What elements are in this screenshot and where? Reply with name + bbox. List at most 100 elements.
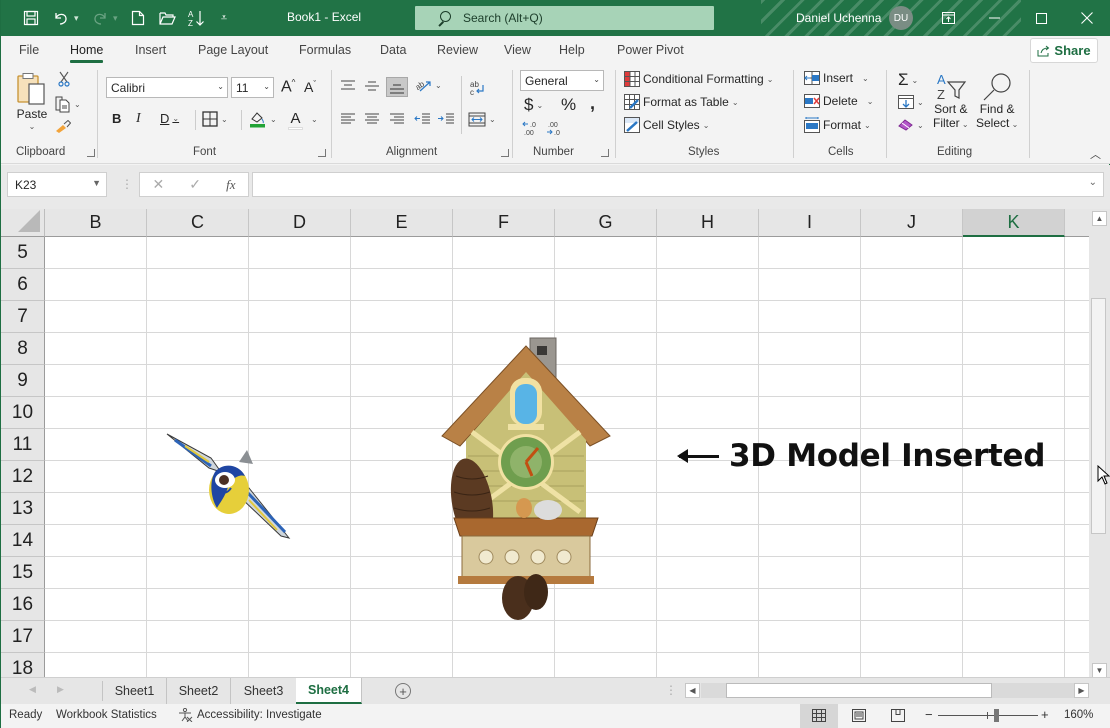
font-launcher-icon[interactable] bbox=[318, 149, 326, 157]
tab-power-pivot[interactable]: Power Pivot bbox=[617, 43, 684, 57]
comma-style-button[interactable]: , bbox=[590, 93, 595, 114]
formula-input[interactable]: ⌄ bbox=[252, 172, 1104, 197]
tab-data[interactable]: Data bbox=[380, 43, 406, 57]
chevron-down-icon[interactable]: ⌄ bbox=[311, 115, 318, 124]
select-all-button[interactable] bbox=[1, 209, 45, 237]
page-layout-view-icon[interactable] bbox=[852, 709, 866, 722]
avatar[interactable]: DU bbox=[889, 6, 913, 30]
percent-button[interactable]: % bbox=[561, 95, 576, 115]
row-header-12[interactable]: 12 bbox=[1, 461, 45, 493]
maximize-button[interactable] bbox=[1018, 0, 1064, 36]
format-as-table-button[interactable]: Format as Table ⌄ bbox=[624, 94, 739, 110]
copy-dropdown-icon[interactable]: ⌄ bbox=[74, 100, 81, 109]
zoom-level[interactable]: 160% bbox=[1064, 709, 1093, 721]
share-button[interactable]: Share bbox=[1030, 38, 1098, 63]
middle-align-icon[interactable] bbox=[365, 80, 379, 92]
number-launcher-icon[interactable] bbox=[601, 149, 609, 157]
undo-dropdown-icon[interactable]: ▾ bbox=[74, 13, 79, 24]
zoom-out-button[interactable]: − bbox=[925, 707, 933, 722]
open-folder-icon[interactable] bbox=[156, 8, 178, 28]
tab-home[interactable]: Home bbox=[70, 43, 104, 63]
find-select-button[interactable]: Find & Select ⌄ bbox=[976, 72, 1018, 130]
row-header-9[interactable]: 9 bbox=[1, 365, 45, 397]
align-right-icon[interactable] bbox=[390, 113, 404, 125]
wrap-text-icon[interactable]: abc bbox=[469, 79, 487, 97]
alignment-launcher-icon[interactable] bbox=[501, 149, 509, 157]
normal-view-button[interactable] bbox=[800, 704, 838, 728]
increase-decimal-icon[interactable]: .0.00 bbox=[522, 120, 542, 136]
top-align-icon[interactable] bbox=[341, 80, 355, 92]
grip-icon[interactable]: ⋮ bbox=[121, 177, 133, 191]
number-format-select[interactable]: General ⌄ bbox=[520, 70, 604, 91]
scroll-down-icon[interactable]: ▼ bbox=[1092, 663, 1107, 678]
sheet-tab-sheet3[interactable]: Sheet3 bbox=[231, 678, 296, 704]
scroll-up-icon[interactable]: ▲ bbox=[1092, 211, 1107, 226]
italic-button[interactable]: I bbox=[136, 111, 141, 127]
collapse-ribbon-icon[interactable]: ︿ bbox=[1090, 146, 1101, 162]
bottom-align-button[interactable] bbox=[386, 77, 408, 97]
vertical-scroll-thumb[interactable] bbox=[1091, 298, 1106, 534]
new-file-icon[interactable] bbox=[127, 8, 149, 28]
clear-button[interactable]: ⌄ bbox=[898, 119, 924, 131]
cut-button[interactable] bbox=[57, 71, 71, 87]
column-header-i[interactable]: I bbox=[759, 209, 861, 237]
bird-3d-model[interactable] bbox=[161, 428, 296, 546]
sort-filter-button[interactable]: AZ Sort & Filter ⌄ bbox=[933, 72, 969, 130]
increase-font-size-button[interactable]: A^ bbox=[281, 78, 295, 96]
column-header-d[interactable]: D bbox=[249, 209, 351, 237]
undo-icon[interactable] bbox=[50, 8, 72, 28]
scroll-right-icon[interactable]: ▶ bbox=[1074, 683, 1089, 698]
merge-center-button[interactable]: ⌄ bbox=[468, 112, 496, 127]
row-header-14[interactable]: 14 bbox=[1, 525, 45, 557]
row-header-11[interactable]: 11 bbox=[1, 429, 45, 461]
sheet-tab-sheet1[interactable]: Sheet1 bbox=[103, 678, 167, 704]
row-header-6[interactable]: 6 bbox=[1, 269, 45, 301]
user-name[interactable]: Daniel Uchenna bbox=[796, 11, 881, 25]
clipboard-launcher-icon[interactable] bbox=[87, 149, 95, 157]
conditional-formatting-button[interactable]: Conditional Formatting ⌄ bbox=[624, 71, 773, 87]
orientation-button[interactable]: ab ⌄ bbox=[414, 77, 442, 93]
cell-styles-button[interactable]: Cell Styles ⌄ bbox=[624, 117, 709, 133]
increase-indent-icon[interactable] bbox=[438, 113, 454, 125]
column-header-c[interactable]: C bbox=[147, 209, 249, 237]
row-header-13[interactable]: 13 bbox=[1, 493, 45, 525]
enter-icon[interactable]: ✓ bbox=[189, 176, 201, 193]
row-header-10[interactable]: 10 bbox=[1, 397, 45, 429]
chevron-down-icon[interactable]: ⌄ bbox=[536, 101, 543, 110]
workbook-statistics[interactable]: Workbook Statistics bbox=[56, 709, 157, 721]
ribbon-display-options-icon[interactable] bbox=[925, 0, 971, 36]
page-break-view-icon[interactable] bbox=[891, 709, 905, 722]
scroll-left-icon[interactable]: ◀ bbox=[685, 683, 700, 698]
copy-button[interactable]: ⌄ bbox=[55, 96, 81, 113]
expand-formula-bar-icon[interactable]: ⌄ bbox=[1089, 177, 1097, 188]
customize-qat-icon[interactable]: ⩡ bbox=[213, 8, 235, 28]
tab-insert[interactable]: Insert bbox=[135, 43, 166, 57]
row-header-7[interactable]: 7 bbox=[1, 301, 45, 333]
accessibility-status[interactable]: Accessibility: Investigate bbox=[178, 708, 322, 722]
tab-formulas[interactable]: Formulas bbox=[299, 43, 351, 57]
vertical-scrollbar[interactable]: ▲ ▼ bbox=[1089, 209, 1110, 678]
bold-button[interactable]: B bbox=[112, 111, 121, 126]
next-sheet-icon[interactable]: ▶ bbox=[57, 684, 64, 695]
fill-button[interactable]: ⌄ bbox=[898, 95, 924, 109]
zoom-slider-thumb[interactable] bbox=[994, 709, 999, 722]
minimize-button[interactable] bbox=[971, 0, 1017, 36]
chevron-down-icon[interactable]: ⌄ bbox=[221, 115, 228, 124]
save-icon[interactable] bbox=[20, 8, 42, 28]
decrease-indent-icon[interactable] bbox=[414, 113, 430, 125]
column-header-b[interactable]: B bbox=[45, 209, 147, 237]
chevron-down-icon[interactable]: ⌄ bbox=[489, 115, 496, 124]
zoom-slider[interactable] bbox=[938, 709, 1038, 722]
insert-function-icon[interactable]: fx bbox=[226, 177, 235, 193]
column-header-f[interactable]: F bbox=[453, 209, 555, 237]
decrease-decimal-icon[interactable]: .00.0 bbox=[546, 120, 566, 136]
sort-az-icon[interactable]: AZ bbox=[185, 8, 207, 28]
autosum-button[interactable]: Σ ⌄ bbox=[898, 70, 918, 90]
search-box[interactable]: Search (Alt+Q) bbox=[415, 6, 714, 30]
horizontal-scrollbar[interactable] bbox=[701, 683, 1075, 698]
font-name-select[interactable]: Calibri ⌄ bbox=[106, 77, 228, 98]
tab-file[interactable]: File bbox=[19, 43, 39, 57]
zoom-in-button[interactable]: + bbox=[1041, 707, 1049, 722]
chevron-down-icon[interactable]: ⌄ bbox=[172, 114, 179, 123]
font-color-button[interactable]: A bbox=[288, 110, 303, 130]
